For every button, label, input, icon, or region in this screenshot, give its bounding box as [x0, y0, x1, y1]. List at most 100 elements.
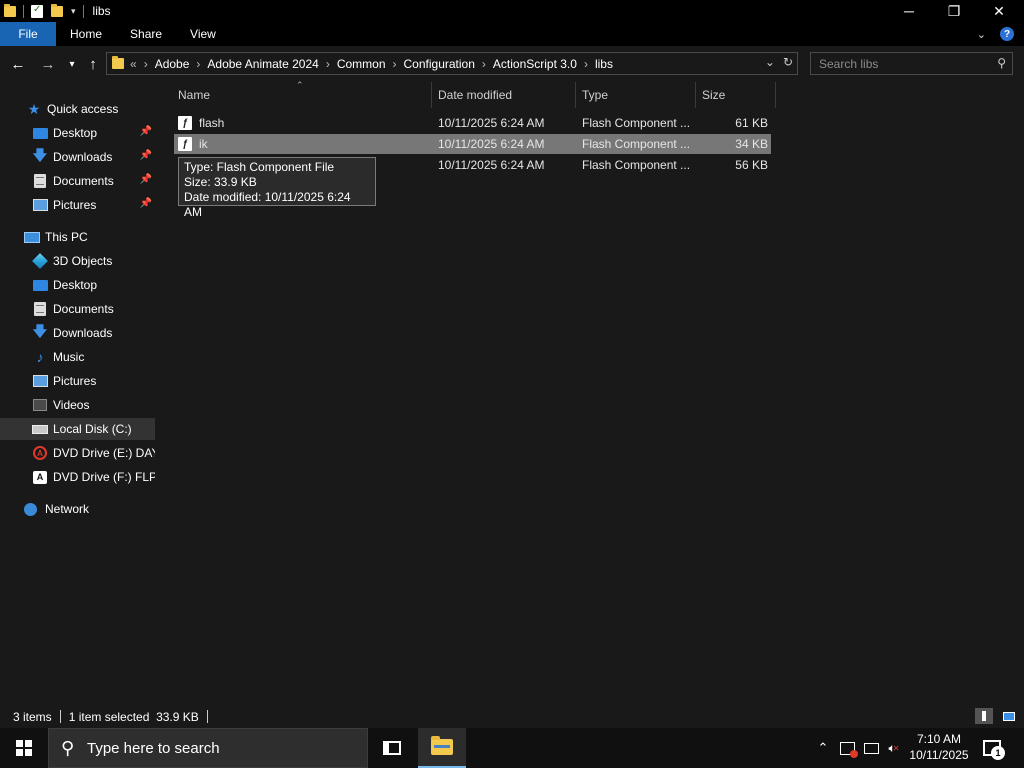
help-icon[interactable]: ?	[1000, 27, 1014, 41]
nav-this-pc[interactable]: This PC	[0, 226, 155, 248]
nav-dvd-drive-f[interactable]: A DVD Drive (F:) FLPR	[0, 466, 155, 488]
maximize-button[interactable]: ❐	[931, 0, 977, 22]
notification-icon: 1	[983, 740, 1005, 760]
nav-music[interactable]: ♪ Music	[0, 346, 155, 368]
chevron-right-icon[interactable]: ›	[326, 57, 330, 71]
quick-access-toolbar: ▾	[0, 0, 87, 22]
forward-arrow-icon[interactable]: →	[37, 54, 59, 74]
breadcrumb-item[interactable]: Adobe	[155, 57, 190, 71]
column-header-date[interactable]: Date modified	[432, 82, 575, 108]
breadcrumb-item[interactable]: Common	[337, 57, 386, 71]
tab-share[interactable]: Share	[116, 22, 176, 46]
breadcrumb-item[interactable]: ActionScript 3.0	[493, 57, 577, 71]
close-button[interactable]: ✕	[976, 0, 1022, 22]
nav-documents[interactable]: Documents	[0, 298, 155, 320]
windows-logo-icon	[16, 740, 32, 756]
properties-icon[interactable]	[31, 4, 43, 18]
chevron-right-icon[interactable]: ›	[393, 57, 397, 71]
start-button[interactable]	[0, 728, 48, 768]
nav-quick-documents[interactable]: Documents 📌	[0, 170, 155, 192]
chevron-right-icon[interactable]: ›	[584, 57, 588, 71]
security-center-icon[interactable]	[836, 728, 858, 768]
breadcrumb: « › Adobe › Adobe Animate 2024 › Common …	[130, 57, 613, 71]
task-view-button[interactable]	[368, 728, 416, 768]
title-bar: ▾ libs ─ ❐ ✕	[0, 0, 1024, 22]
address-dropdown-icon[interactable]: ⌄	[765, 55, 775, 69]
search-input[interactable]: Search libs ⚲	[810, 52, 1013, 75]
breadcrumb-item[interactable]: Configuration	[404, 57, 475, 71]
column-header-name[interactable]: Name	[172, 82, 430, 108]
file-date: 10/11/2025 6:24 AM	[438, 137, 545, 151]
clock-date: 10/11/2025	[909, 748, 969, 762]
nav-label: DVD Drive (E:) DAY_	[53, 446, 155, 460]
videos-icon	[32, 398, 48, 412]
large-icons-view-icon[interactable]	[1000, 708, 1018, 724]
minimize-button[interactable]: ─	[886, 0, 932, 22]
window-title: libs	[92, 4, 111, 18]
nav-quick-pictures[interactable]: Pictures 📌	[0, 194, 155, 216]
nav-network[interactable]: Network	[0, 498, 155, 520]
breadcrumb-overflow[interactable]: «	[130, 57, 137, 71]
nav-label: Network	[45, 502, 90, 516]
customize-toolbar-chevron-icon[interactable]: ▾	[71, 6, 76, 17]
tab-file[interactable]: File	[0, 22, 56, 46]
documents-icon	[32, 302, 48, 316]
music-icon: ♪	[36, 349, 44, 365]
chevron-right-icon[interactable]: ›	[482, 57, 486, 71]
nav-quick-desktop[interactable]: Desktop 📌	[0, 122, 155, 144]
chevron-right-icon[interactable]: ›	[196, 57, 200, 71]
nav-label: Music	[53, 350, 85, 364]
column-divider[interactable]	[775, 82, 776, 108]
taskbar: ⚲ Type here to search ⌃ 🔈︎ ✕ 7:10 AM 10/1…	[0, 728, 1024, 768]
details-view-icon[interactable]	[975, 708, 993, 724]
nav-quick-downloads[interactable]: 🡇 Downloads 📌	[0, 146, 155, 168]
nav-desktop[interactable]: Desktop	[0, 274, 155, 296]
file-explorer-icon	[431, 736, 453, 755]
action-center-button[interactable]: 1	[980, 736, 1005, 760]
nav-local-disk[interactable]: Local Disk (C:)	[0, 418, 155, 440]
tab-view[interactable]: View	[176, 22, 230, 46]
refresh-icon[interactable]: ↻	[783, 55, 793, 69]
show-hidden-icons-chevron-icon[interactable]: ⌃	[812, 728, 834, 768]
dvd-drive-e-icon: A	[32, 446, 48, 460]
recent-locations-chevron-icon[interactable]: ▾	[61, 54, 83, 74]
nav-label: Pictures	[53, 198, 97, 212]
chevron-down-icon[interactable]: ⌄	[977, 28, 986, 41]
file-row[interactable]: ƒ ik 10/11/2025 6:24 AM Flash Component …	[174, 134, 771, 154]
up-arrow-icon[interactable]: ↑	[82, 54, 104, 74]
search-placeholder: Search libs	[819, 56, 879, 71]
column-header-type[interactable]: Type	[576, 82, 694, 108]
nav-videos[interactable]: Videos	[0, 394, 155, 416]
breadcrumb-item[interactable]: libs	[595, 57, 613, 71]
nav-dvd-drive-e[interactable]: A DVD Drive (E:) DAY_	[0, 442, 155, 464]
taskbar-search-box[interactable]: ⚲ Type here to search	[48, 728, 368, 768]
file-explorer-taskbar-button[interactable]	[418, 728, 466, 768]
nav-quick-access[interactable]: ★ Quick access	[0, 98, 155, 120]
file-row[interactable]: ƒ flash 10/11/2025 6:24 AM Flash Compone…	[174, 113, 771, 133]
flash-component-icon: ƒ	[178, 137, 192, 151]
pictures-icon	[32, 374, 48, 388]
nav-label: Desktop	[53, 126, 98, 140]
file-size: 56 KB	[735, 158, 768, 172]
downloads-icon: 🡇	[32, 323, 48, 339]
dvd-drive-f-icon: A	[32, 470, 48, 484]
network-status-icon[interactable]	[860, 728, 882, 768]
computer-icon	[24, 230, 40, 244]
downloads-icon: 🡇	[32, 147, 48, 163]
column-header-size[interactable]: Size	[696, 82, 774, 108]
nav-label: Downloads	[53, 150, 113, 164]
nav-label: Videos	[53, 398, 90, 412]
file-name-cell: ƒ flash	[178, 113, 224, 133]
nav-label: 3D Objects	[53, 254, 113, 268]
nav-pictures[interactable]: Pictures	[0, 370, 155, 392]
clock[interactable]: 7:10 AM 10/11/2025	[900, 731, 978, 765]
nav-3d-objects[interactable]: 3D Objects	[0, 250, 155, 272]
breadcrumb-item[interactable]: Adobe Animate 2024	[207, 57, 318, 71]
new-folder-icon[interactable]	[51, 3, 63, 17]
tab-home[interactable]: Home	[56, 22, 116, 46]
file-name: flash	[199, 116, 225, 130]
nav-downloads[interactable]: 🡇 Downloads	[0, 322, 155, 344]
address-bar[interactable]: « › Adobe › Adobe Animate 2024 › Common …	[106, 52, 798, 75]
nav-label: Downloads	[53, 326, 113, 340]
back-arrow-icon[interactable]: ←	[7, 54, 29, 74]
